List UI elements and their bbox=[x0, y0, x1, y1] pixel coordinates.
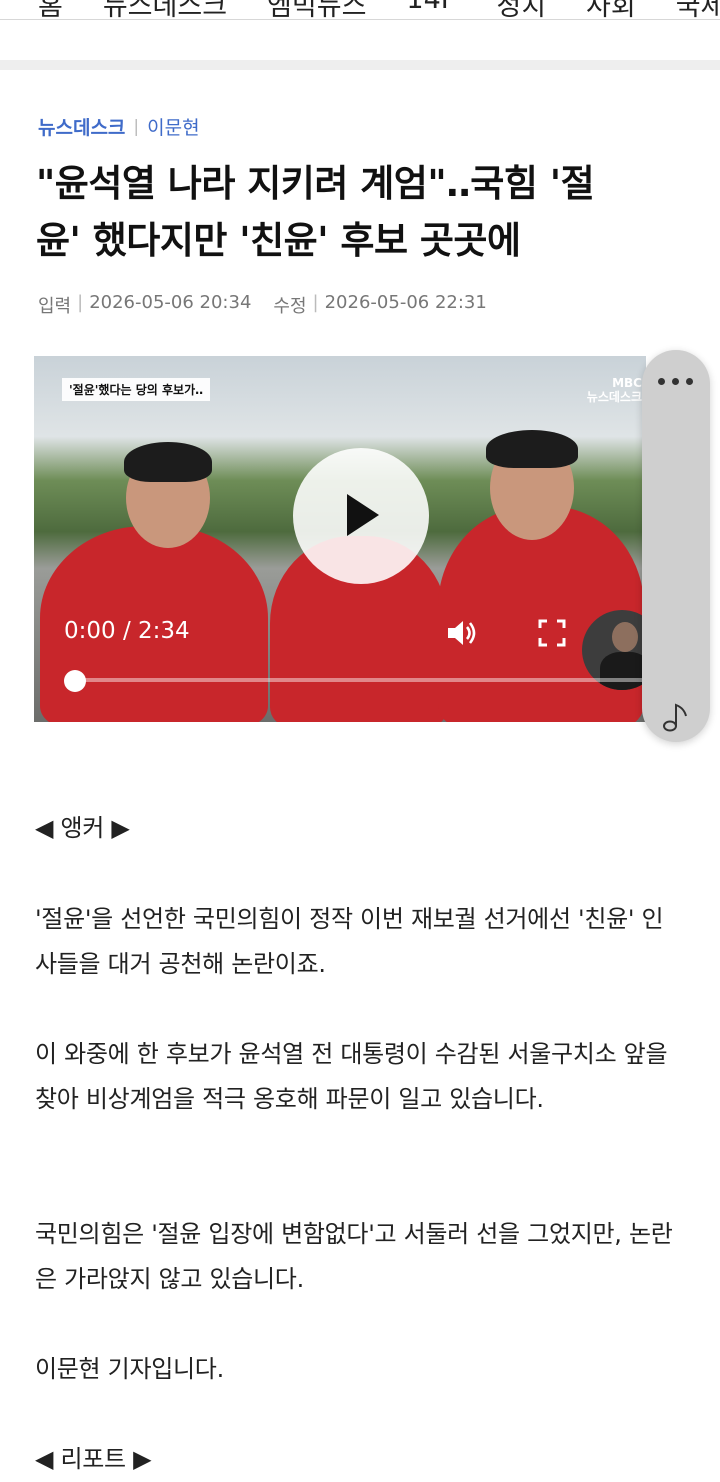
modified-date: 2026-05-06 22:31 bbox=[324, 292, 487, 313]
volume-button[interactable] bbox=[446, 618, 478, 648]
report-label: ◀ 리포트 ▶ bbox=[35, 1445, 152, 1473]
headline-line-1: "윤석열 나라 지키려 계엄"‥국힘 '절 bbox=[36, 162, 595, 205]
fullscreen-button[interactable] bbox=[537, 618, 567, 648]
nav-item-home[interactable]: 홈 bbox=[38, 0, 63, 19]
video-scene-hair-right bbox=[486, 430, 578, 468]
author-link[interactable]: 이문현 bbox=[147, 113, 199, 140]
top-nav: 홈 뉴스데스크 엠빅뉴스 14F 정치 사회 국제 경 bbox=[0, 0, 720, 20]
date-separator: | bbox=[77, 292, 84, 313]
play-button[interactable] bbox=[293, 448, 429, 584]
paragraph-1: '절윤'을 선언한 국민의힘이 정작 이번 재보궐 선거에선 '친윤' 인사들을… bbox=[35, 905, 664, 978]
nav-item-newsdesk[interactable]: 뉴스데스크 bbox=[103, 0, 227, 19]
floating-side-menu bbox=[642, 350, 710, 742]
progress-knob[interactable] bbox=[64, 670, 86, 692]
input-date: 2026-05-06 20:34 bbox=[89, 292, 252, 313]
video-scene-hair-left bbox=[124, 442, 212, 482]
section-divider bbox=[0, 60, 720, 70]
nav-item-embig[interactable]: 엠빅뉴스 bbox=[267, 0, 366, 19]
modified-label: 수정 bbox=[273, 296, 307, 317]
video-caption-tag: '절윤'했다는 당의 후보가‥ bbox=[62, 378, 211, 401]
input-label: 입력 bbox=[38, 296, 72, 317]
video-time: 0:00 / 2:34 bbox=[64, 618, 190, 644]
broadcaster-logo: MBC 뉴스데스크 bbox=[586, 376, 642, 404]
nav-item-politics[interactable]: 정치 bbox=[496, 0, 546, 19]
byline-separator: | bbox=[133, 116, 140, 137]
paragraph-2: 이 와중에 한 후보가 윤석열 전 대통령이 수감된 서울구치소 앞을 찾아 비… bbox=[35, 1040, 668, 1113]
paragraph-3: 국민의힘은 '절윤 입장에 변함없다'고 서둘러 선을 그었지만, 논란은 가라… bbox=[35, 1220, 673, 1293]
nav-item-international[interactable]: 국제 bbox=[676, 0, 720, 19]
article-headline: "윤석열 나라 지키려 계엄"‥국힘 '절 윤' 했다지만 '친윤' 후보 곳곳… bbox=[36, 155, 686, 269]
play-icon bbox=[347, 494, 379, 536]
more-dots-icon[interactable] bbox=[658, 372, 694, 392]
byline: 뉴스데스크 | 이문현 bbox=[38, 113, 200, 140]
music-note-icon[interactable] bbox=[662, 702, 690, 736]
article-dates: 입력 | 2026-05-06 20:34 수정 | 2026-05-06 22… bbox=[38, 292, 487, 318]
nav-item-society[interactable]: 사회 bbox=[586, 0, 636, 19]
nav-item-14f[interactable]: 14F bbox=[406, 0, 456, 19]
anchor-label: ◀ 앵커 ▶ bbox=[35, 814, 130, 842]
video-player[interactable]: '절윤'했다는 당의 후보가‥ MBC 뉴스데스크 0:00 / 2:34 bbox=[34, 356, 646, 722]
program-link[interactable]: 뉴스데스크 bbox=[38, 113, 125, 140]
fullscreen-icon bbox=[538, 619, 566, 647]
speaker-icon bbox=[448, 621, 476, 645]
date-separator: | bbox=[312, 292, 319, 313]
progress-track[interactable] bbox=[74, 678, 644, 682]
paragraph-4: 이문현 기자입니다. bbox=[35, 1355, 224, 1383]
headline-line-2: 윤' 했다지만 '친윤' 후보 곳곳에 bbox=[36, 219, 521, 262]
